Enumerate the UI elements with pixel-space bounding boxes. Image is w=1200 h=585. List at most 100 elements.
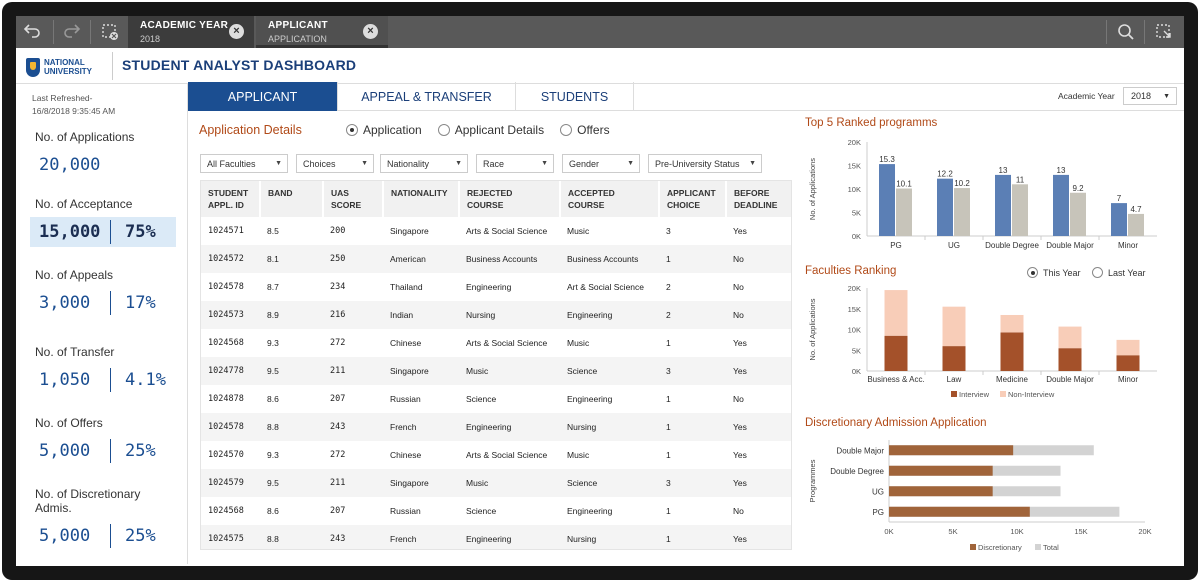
y-axis-label: No. of Applications	[808, 298, 817, 360]
bar-this-year	[995, 174, 1011, 236]
kpi-offers[interactable]: No. of Offers 5,000 25%	[30, 416, 176, 466]
applicants-table[interactable]: STUDENT APPL. ID BAND UAS SCORE NATIONALITY RE…	[200, 180, 792, 550]
column-header[interactable]: APPLICANT CHOICE	[659, 181, 727, 217]
table-row[interactable]: 1024578 8.7 234 Thailand Engineering Art & So…	[201, 273, 791, 301]
x-tick-label: 0K	[884, 527, 893, 536]
table-cell: 272	[330, 338, 346, 348]
academic-year-select[interactable]: 2018 ▼	[1123, 87, 1177, 105]
selection-chip-applicant[interactable]: APPLICANT APPLICATION ×	[256, 16, 388, 48]
table-row[interactable]: 1024570 9.3 272 Chinese Arts & Social Scienc…	[201, 441, 791, 469]
table-cell: 207	[330, 394, 346, 404]
table-cell: 1024568	[208, 506, 244, 516]
radio-applicant-details[interactable]: Applicant Details	[437, 123, 544, 137]
column-header[interactable]: REJECTED COURSE	[459, 181, 561, 217]
bar-interview	[1058, 348, 1082, 371]
table-row[interactable]: 1024568 8.6 207 Russian Science Engineering 1 N…	[201, 497, 791, 525]
y-tick-label: 5K	[852, 346, 861, 355]
bar-this-year	[937, 178, 953, 236]
table-row[interactable]: 1024572 8.1 250 American Business Accounts Bu…	[201, 245, 791, 273]
table-row[interactable]: 1024579 9.5 211 Singapore Music Science 3 Yes	[201, 469, 791, 497]
university-logo: NATIONAL UNIVERSITY	[26, 54, 106, 80]
faculties-ranking-chart[interactable]: No. of Applications 0K 5K 10K 15K 20K Business…	[805, 282, 1175, 406]
chart-title-faculties: Faculties Ranking	[805, 265, 897, 277]
y-tick-label: 20K	[848, 138, 861, 147]
table-cell: 3	[659, 469, 726, 497]
table-cell: 1024575	[201, 525, 260, 549]
column-header[interactable]: ACCEPTED COURSE	[560, 181, 660, 217]
table-cell: Thailand	[390, 282, 423, 292]
column-header-text: UAS	[331, 188, 349, 198]
kpi-acceptance[interactable]: No. of Acceptance 15,000 75%	[30, 197, 176, 247]
table-row[interactable]: 1024575 8.8 243 French Engineering Nursing 1 Ye…	[201, 525, 791, 549]
table-cell: No	[733, 506, 744, 516]
filter-faculties[interactable]: All Faculties ▼	[200, 154, 288, 173]
header-divider	[112, 52, 113, 80]
selections-tool-icon[interactable]	[1148, 16, 1180, 48]
table-cell: 9.3	[267, 338, 279, 348]
tab-students[interactable]: STUDENTS	[516, 82, 634, 111]
tab-appeal-transfer[interactable]: APPEAL & TRANSFER	[338, 82, 516, 111]
bar-discretionary	[889, 486, 993, 497]
legend-swatch-interview	[951, 391, 957, 397]
close-icon[interactable]: ×	[363, 24, 378, 39]
radio-label: Offers	[577, 123, 610, 137]
y-tick-label: UG	[872, 487, 884, 496]
kpi-discretionary[interactable]: No. of Discretionary Admis. 5,000 25%	[30, 487, 176, 551]
tab-applicant[interactable]: APPLICANT	[188, 82, 338, 111]
filter-label: Pre-University Status	[655, 159, 740, 169]
table-row[interactable]: 1024571 8.5 200 Singapore Arts & Social Scie…	[201, 217, 791, 245]
table-cell: 1	[666, 506, 671, 516]
top5-programs-chart[interactable]: No. of Applications 0K 5K 10K 15K 20K 15.3 10.1…	[805, 134, 1175, 254]
table-row[interactable]: 1024568 9.3 272 Chinese Arts & Social Scienc…	[201, 329, 791, 357]
kpi-value: 1,050	[39, 370, 91, 390]
radio-application[interactable]: Application	[346, 123, 422, 137]
radio-last-year[interactable]: Last Year	[1092, 267, 1146, 278]
column-header[interactable]: BAND	[260, 181, 324, 217]
kpi-applications[interactable]: No. of Applications 20,000	[30, 130, 176, 180]
chevron-down-icon: ▼	[361, 160, 368, 167]
table-row[interactable]: 1024878 8.6 207 Russian Science Engineering 1 N…	[201, 385, 791, 413]
radio-offers[interactable]: Offers	[560, 123, 610, 137]
table-row[interactable]: 1024578 8.8 243 French Engineering Nursing 1 Ye…	[201, 413, 791, 441]
legend-label: Non-Interview	[1008, 390, 1055, 399]
column-header[interactable]: BEFORE DEADLINE	[726, 181, 791, 217]
table-cell: 8.1	[260, 245, 323, 273]
legend-swatch-discretionary	[970, 544, 976, 550]
table-cell: Russian	[390, 394, 421, 404]
x-tick-label: PG	[890, 241, 902, 250]
kpi-value-row: 20,000	[30, 150, 176, 180]
column-header-text: ACCEPTED	[568, 188, 615, 198]
chevron-down-icon: ▼	[541, 160, 548, 167]
table-cell: 243	[323, 525, 383, 549]
forward-selection-icon[interactable]	[56, 16, 88, 48]
table-cell: 8.8	[260, 525, 323, 549]
table-row[interactable]: 1024778 9.5 211 Singapore Music Science 3 Yes	[201, 357, 791, 385]
filter-gender[interactable]: Gender ▼	[562, 154, 640, 173]
filter-label: Choices	[303, 159, 336, 169]
table-cell: 8.8	[260, 413, 323, 441]
kpi-transfer[interactable]: No. of Transfer 1,050 4.1%	[30, 345, 176, 395]
filter-pre-university[interactable]: Pre-University Status ▼	[648, 154, 762, 173]
column-header[interactable]: STUDENT APPL. ID	[201, 181, 261, 217]
table-cell: 211	[323, 469, 383, 497]
clear-selections-icon[interactable]	[94, 16, 126, 48]
back-selection-icon[interactable]	[16, 16, 48, 48]
column-header[interactable]: NATIONALITY	[383, 181, 460, 217]
x-tick-label: Minor	[1118, 375, 1138, 384]
radio-unselected-icon	[437, 124, 450, 136]
filter-nationality[interactable]: Nationality ▼	[380, 154, 468, 173]
filter-race[interactable]: Race ▼	[476, 154, 554, 173]
close-icon[interactable]: ×	[229, 24, 244, 39]
discretionary-admission-chart[interactable]: Programmes 0K 5K 10K 15K 20K Double Major Doubl…	[805, 434, 1175, 556]
search-icon[interactable]	[1110, 16, 1142, 48]
selection-chip-academic-year[interactable]: ACADEMIC YEAR 2018 ×	[128, 16, 254, 48]
bar-non-interview	[1058, 326, 1082, 349]
column-header[interactable]: UAS SCORE	[323, 181, 384, 217]
bar-discretionary	[889, 506, 1030, 517]
table-cell: 8.5	[267, 226, 279, 236]
radio-this-year[interactable]: This Year	[1027, 267, 1081, 278]
kpi-value-row: 5,000 25%	[30, 521, 176, 551]
table-row[interactable]: 1024573 8.9 216 Indian Nursing Engineering 2 No	[201, 301, 791, 329]
filter-choices[interactable]: Choices ▼	[296, 154, 374, 173]
kpi-appeals[interactable]: No. of Appeals 3,000 17%	[30, 268, 176, 318]
